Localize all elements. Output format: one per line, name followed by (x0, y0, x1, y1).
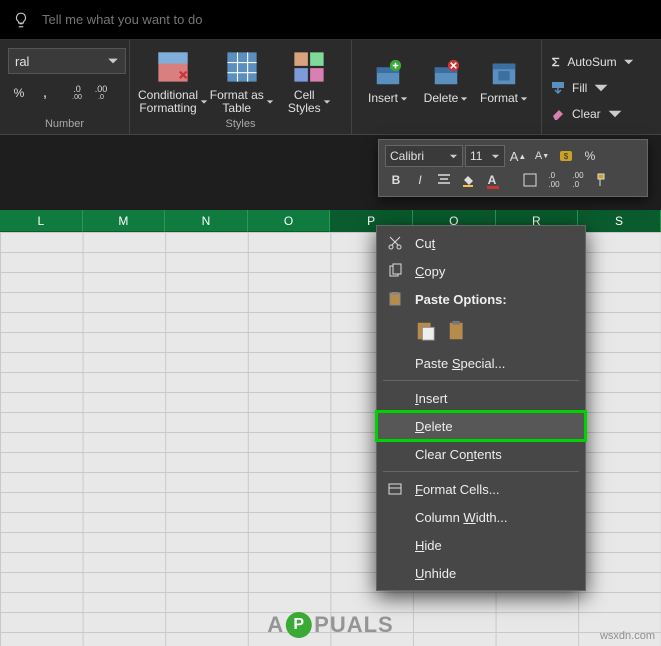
conditional-formatting-icon (155, 49, 191, 85)
chevron-down-icon (491, 152, 500, 161)
accounting-format-button[interactable]: $ (555, 145, 577, 167)
context-menu: Cut Copy Paste Options: Paste Special...… (376, 225, 586, 591)
clear-button[interactable]: Clear (550, 102, 634, 126)
column-header-M[interactable]: M (83, 210, 166, 232)
mini-toolbar: Calibri 11 A▲ A▼ $ % B I A .0.00 .00.0 (378, 139, 648, 197)
styles-group: Conditional Formatting Format as Table C… (130, 40, 352, 134)
decrease-font-button[interactable]: A▼ (531, 145, 553, 167)
styles-group-label: Styles (138, 118, 343, 132)
ctx-cut[interactable]: Cut (377, 229, 585, 257)
cell-styles-icon (291, 49, 327, 85)
cells-group: Insert Delete Format (352, 40, 542, 134)
ctx-delete[interactable]: Delete (377, 412, 585, 440)
chevron-down-icon (623, 54, 634, 70)
number-format-value: ral (15, 54, 29, 69)
chevron-down-icon (607, 106, 623, 122)
percent-mini-button[interactable]: % (579, 145, 601, 167)
mini-font-select[interactable]: Calibri (385, 145, 463, 167)
clipboard-icon (387, 291, 403, 307)
number-format-select[interactable]: ral (8, 48, 126, 74)
center-align-button[interactable] (433, 169, 455, 191)
column-header-N[interactable]: N (165, 210, 248, 232)
insert-cells-button[interactable]: Insert (360, 54, 416, 105)
ctx-clear-contents[interactable]: Clear Contents (377, 440, 585, 468)
watermark: A P PUALS (267, 612, 393, 638)
format-cells-icon (489, 58, 519, 88)
ctx-separator (383, 380, 579, 381)
percent-button[interactable]: % (8, 82, 30, 104)
format-as-table-button[interactable]: Format as Table (208, 45, 276, 115)
mini-size-select[interactable]: 11 (465, 145, 505, 167)
lightbulb-icon (12, 11, 30, 29)
borders-icon (522, 172, 538, 188)
ctx-copy[interactable]: Copy (377, 257, 585, 285)
ctx-hide[interactable]: Hide (377, 531, 585, 559)
sigma-icon (550, 54, 561, 70)
ctx-column-width[interactable]: Column Width... (377, 503, 585, 531)
scissors-icon (387, 235, 403, 251)
format-painter-button[interactable] (591, 169, 613, 191)
decrease-decimal-mini[interactable]: .00.0 (567, 169, 589, 191)
ctx-paste-special[interactable]: Paste Special... (377, 349, 585, 377)
ctx-unhide[interactable]: Unhide (377, 559, 585, 587)
fill-color-button[interactable] (457, 169, 479, 191)
copy-icon (387, 263, 403, 279)
column-header-L[interactable]: L (0, 210, 83, 232)
bold-button[interactable]: B (385, 169, 407, 191)
chevron-down-icon (449, 152, 458, 161)
currency-icon: $ (558, 148, 574, 164)
cell-styles-button[interactable]: Cell Styles (276, 45, 344, 115)
borders-button[interactable] (519, 169, 541, 191)
format-cells-button[interactable]: Format (476, 54, 532, 105)
brand-badge: P (286, 612, 312, 638)
column-header-S[interactable]: S (578, 210, 661, 232)
tellme-bar (0, 0, 661, 40)
chevron-down-icon (593, 80, 609, 96)
eraser-icon (550, 106, 566, 122)
ctx-format-cells[interactable]: Format Cells... (377, 475, 585, 503)
paste-default-icon[interactable] (415, 320, 437, 342)
site-credit: wsxdn.com (600, 630, 655, 642)
column-header-O[interactable]: O (248, 210, 331, 232)
fill-button[interactable]: Fill (550, 76, 634, 100)
ctx-insert[interactable]: Insert (377, 384, 585, 412)
decrease-decimal-button[interactable]: .00.0 (90, 82, 112, 104)
increase-font-button[interactable]: A▲ (507, 145, 529, 167)
format-cells-icon (387, 481, 403, 497)
increase-decimal-mini[interactable]: .0.00 (543, 169, 565, 191)
fill-down-icon (550, 80, 566, 96)
delete-cells-button[interactable]: Delete (418, 54, 474, 105)
ctx-separator (383, 471, 579, 472)
number-group: ral % , .0.00 .00.0 Number (0, 40, 130, 134)
paintbrush-icon (594, 172, 610, 188)
chevron-down-icon (107, 55, 119, 67)
increase-decimal-button[interactable]: .0.00 (66, 82, 88, 104)
format-table-icon (224, 49, 260, 85)
tellme-input[interactable] (42, 12, 342, 27)
delete-cells-icon (431, 58, 461, 88)
align-center-icon (436, 172, 452, 188)
paste-keep-source-icon[interactable] (447, 320, 469, 342)
insert-cells-icon (373, 58, 403, 88)
editing-group: AutoSum Fill Clear (542, 40, 642, 134)
svg-text:$: $ (564, 152, 569, 161)
conditional-formatting-button[interactable]: Conditional Formatting (138, 45, 208, 115)
comma-style-button[interactable]: , (34, 82, 56, 104)
autosum-button[interactable]: AutoSum (550, 50, 634, 74)
ribbon: ral % , .0.00 .00.0 Number Conditional F… (0, 40, 661, 135)
number-group-label: Number (8, 118, 121, 132)
ctx-paste-options-header: Paste Options: (377, 285, 585, 313)
bucket-icon (460, 172, 476, 188)
italic-button[interactable]: I (409, 169, 431, 191)
